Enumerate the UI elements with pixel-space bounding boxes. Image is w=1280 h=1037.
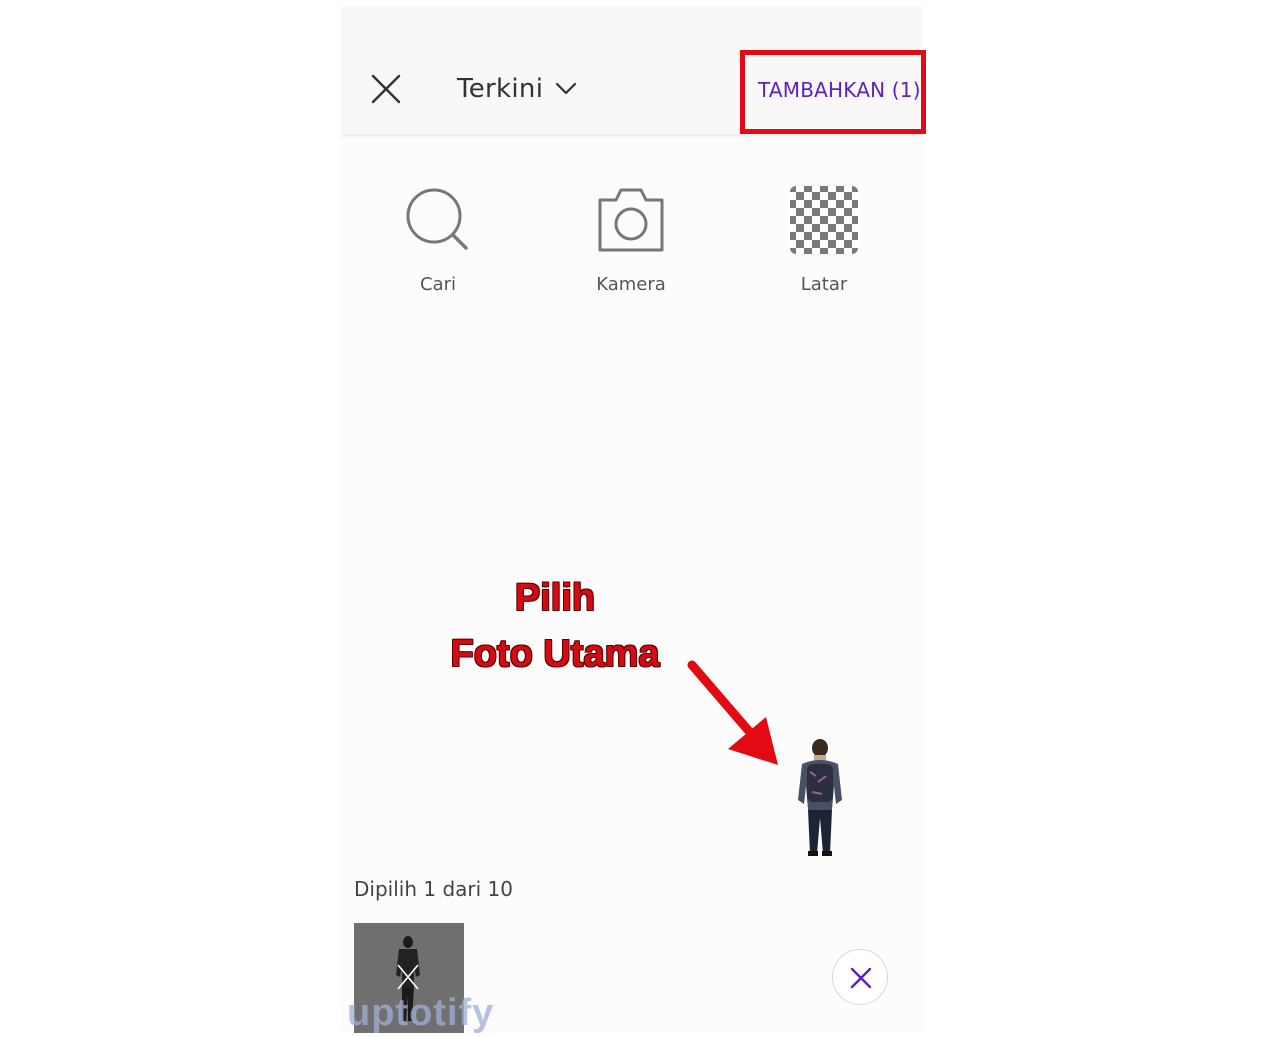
tool-search[interactable]: Cari xyxy=(368,184,508,295)
tool-label: Latar xyxy=(800,274,848,295)
annotation-text: Pilih Foto Utama xyxy=(420,570,690,682)
search-icon xyxy=(406,188,468,250)
tool-label: Cari xyxy=(420,274,456,295)
folder-dropdown[interactable]: Terkini xyxy=(457,69,577,109)
tool-camera[interactable]: Kamera xyxy=(561,184,701,295)
annotation-line: Foto Utama xyxy=(450,633,660,675)
tool-background[interactable]: Latar xyxy=(754,184,894,295)
close-icon xyxy=(850,967,872,989)
selection-count-label: Dipilih 1 dari 10 xyxy=(354,877,513,901)
tool-label: Kamera xyxy=(596,274,666,295)
camera-icon xyxy=(598,188,664,252)
folder-label: Terkini xyxy=(457,74,544,104)
watermark: uptotify xyxy=(347,992,495,1034)
close-button[interactable] xyxy=(369,72,403,106)
chevron-down-icon xyxy=(556,82,577,95)
clear-selection-button[interactable] xyxy=(832,949,888,1005)
picker-header: Terkini TAMBAHKAN (1) xyxy=(341,6,922,134)
annotation-arrow-icon xyxy=(687,660,778,765)
annotation-line: Pilih xyxy=(514,577,596,619)
add-button[interactable]: TAMBAHKAN (1) xyxy=(758,78,921,102)
photo-item-person[interactable] xyxy=(792,738,848,858)
close-icon xyxy=(371,74,401,104)
transparent-background-icon xyxy=(790,186,858,254)
picker-tools: Cari Kamera Latar xyxy=(341,184,922,304)
